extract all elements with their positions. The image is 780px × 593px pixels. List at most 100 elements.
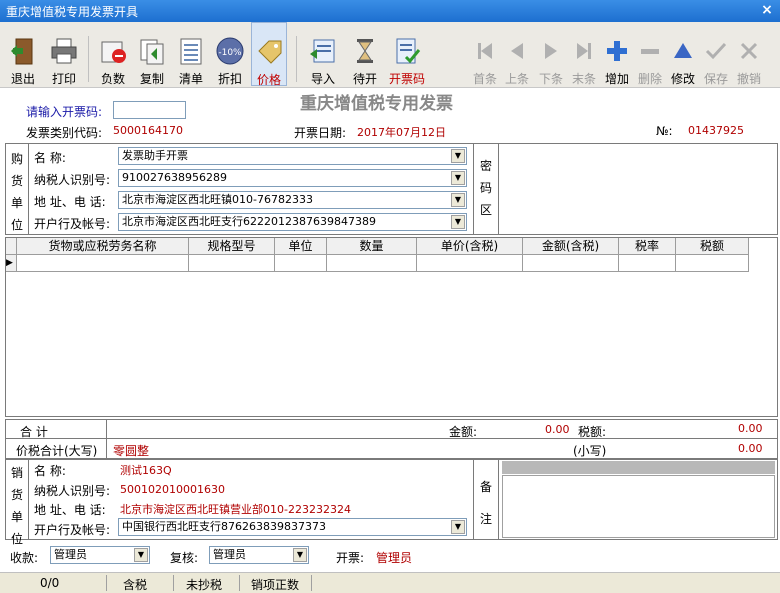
grid-header-name: 货物或应税劳务名称 [17, 238, 189, 255]
price-button[interactable]: 价格 [251, 22, 287, 87]
amount-value: 0.00 [545, 423, 570, 436]
buyer-address-value: 北京市海淀区西北旺镇010-76782333 [122, 193, 313, 206]
total-upper-label: 价税合计(大写) [16, 444, 98, 458]
undo-button[interactable]: 撤销 [731, 22, 767, 86]
drawer-label: 开票: [336, 551, 365, 565]
chevron-down-icon[interactable]: ▼ [451, 171, 465, 185]
price-tag-icon [258, 40, 282, 64]
grid-cell-unit[interactable] [275, 255, 327, 272]
status-separator [311, 575, 312, 591]
buyer-side-label: 购货单位 [10, 152, 23, 232]
grid-header-quantity: 数量 [327, 238, 417, 255]
chevron-down-icon[interactable]: ▼ [451, 520, 465, 534]
minus-icon [641, 49, 659, 54]
status-separator [239, 575, 240, 591]
tax-value: 0.00 [738, 422, 763, 435]
payee-select[interactable]: 管理员 ▼ [50, 546, 150, 564]
reviewer-value: 管理员 [213, 548, 246, 561]
negative-button[interactable]: 负数 [95, 22, 131, 86]
issue-document-icon [396, 38, 421, 64]
grid-cell-name[interactable] [17, 255, 189, 272]
exit-button[interactable]: 退出 [5, 22, 41, 86]
invoice-number-label: №: [656, 124, 673, 138]
discount-button[interactable]: -10% 折扣 [212, 22, 248, 86]
sum-label: 合 计 [20, 425, 48, 439]
window-title: 重庆增值税专用发票开具 [6, 5, 139, 19]
buyer-name-value: 发票助手开票 [122, 149, 188, 162]
grid-cell-amount[interactable] [523, 255, 619, 272]
buyer-tax-id-value: 910027638956289 [122, 171, 227, 184]
discount-icon: -10% [216, 37, 244, 65]
grid-cell-spec[interactable] [189, 255, 275, 272]
grid-cell-tax-rate[interactable] [619, 255, 676, 272]
payee-label: 收款: [10, 551, 39, 565]
seller-name-value: 测试163Q [120, 464, 172, 477]
print-button[interactable]: 打印 [46, 22, 82, 86]
grid-header-unit: 单位 [275, 238, 327, 255]
negative-invoice-icon [101, 41, 126, 63]
exit-door-icon [11, 38, 33, 65]
print-label: 打印 [51, 72, 76, 86]
seller-tax-id-value: 500102010001630 [120, 483, 225, 496]
buyer-bank-label: 开户行及帐号: [34, 217, 111, 231]
seller-address-value: 北京市海淀区西北旺镇营业部010-223232324 [120, 503, 351, 516]
date-label: 开票日期: [294, 126, 347, 140]
grid-header-amount: 金额(含税) [523, 238, 619, 255]
reviewer-label: 复核: [170, 551, 199, 565]
import-icon [310, 39, 335, 63]
grid-cell-tax[interactable] [676, 255, 749, 272]
title-bar: 重庆增值税专用发票开具 × [0, 0, 780, 22]
status-tax-mode: 含税 [123, 578, 148, 592]
copy-icon [140, 39, 164, 65]
close-icon[interactable]: × [758, 2, 776, 18]
status-record-count: 0/0 [40, 576, 60, 590]
seller-bank-label: 开户行及帐号: [34, 523, 111, 537]
seller-name-label: 名 称: [34, 464, 66, 478]
pending-label: 待开 [352, 72, 377, 86]
remark-label: 备注 [479, 480, 492, 526]
chevron-down-icon[interactable]: ▼ [451, 193, 465, 207]
import-button[interactable]: 导入 [305, 22, 341, 86]
first-record-icon [478, 43, 492, 59]
plus-icon [607, 41, 627, 61]
cipher-area-label: 密码区 [479, 159, 492, 217]
total-small-value: 0.00 [738, 442, 763, 455]
buyer-name-select[interactable]: 发票助手开票 ▼ [118, 147, 467, 165]
toolbar: 退出 打印 负数 复制 清单 -10% 折扣 价格 导入 待开 开票码 首条 上… [0, 22, 780, 88]
seller-bank-select[interactable]: 中国银行西北旺支行876263839837373 ▼ [118, 518, 467, 536]
buyer-tax-id-select[interactable]: 910027638956289 ▼ [118, 169, 467, 187]
cross-icon [740, 42, 758, 60]
type-code-label: 发票类别代码: [26, 126, 103, 140]
status-separator [173, 575, 174, 591]
grid-header-unit-price: 单价(含税) [417, 238, 523, 255]
row-selector-icon[interactable]: ▶ [6, 255, 17, 272]
pending-button[interactable]: 待开 [347, 22, 383, 86]
chevron-down-icon[interactable]: ▼ [293, 548, 307, 562]
amount-label: 金额: [449, 425, 478, 439]
buyer-bank-select[interactable]: 北京市海淀区西北旺支行6222012387639847389 ▼ [118, 213, 467, 231]
payee-value: 管理员 [54, 548, 87, 561]
chevron-down-icon[interactable]: ▼ [451, 149, 465, 163]
grid-cell-unit-price[interactable] [417, 255, 523, 272]
invoice-code-input[interactable] [113, 101, 186, 119]
printer-icon [51, 38, 77, 64]
modify-triangle-icon [674, 43, 692, 58]
issue-code-button[interactable]: 开票码 [389, 22, 425, 86]
total-upper-value: 零圆整 [113, 444, 150, 458]
buyer-address-label: 地 址、电 话: [34, 195, 106, 209]
list-button[interactable]: 清单 [173, 22, 209, 86]
buyer-address-select[interactable]: 北京市海淀区西北旺镇010-76782333 ▼ [118, 191, 467, 209]
copy-button[interactable]: 复制 [134, 22, 170, 86]
chevron-down-icon[interactable]: ▼ [134, 548, 148, 562]
discount-badge: -10% [218, 48, 242, 58]
seller-side-label: 销货单位 [10, 466, 23, 546]
grid-cell-quantity[interactable] [327, 255, 417, 272]
goods-grid[interactable]: 货物或应税劳务名称 规格型号 单位 数量 单价(含税) 金额(含税) 税率 税额… [5, 237, 778, 417]
reviewer-select[interactable]: 管理员 ▼ [209, 546, 309, 564]
status-line-mode: 销项正数 [251, 578, 300, 592]
last-record-icon [577, 43, 591, 59]
remark-textarea[interactable] [502, 475, 775, 538]
buyer-name-label: 名 称: [34, 151, 66, 165]
grid-header-tax: 税额 [676, 238, 749, 255]
chevron-down-icon[interactable]: ▼ [451, 215, 465, 229]
